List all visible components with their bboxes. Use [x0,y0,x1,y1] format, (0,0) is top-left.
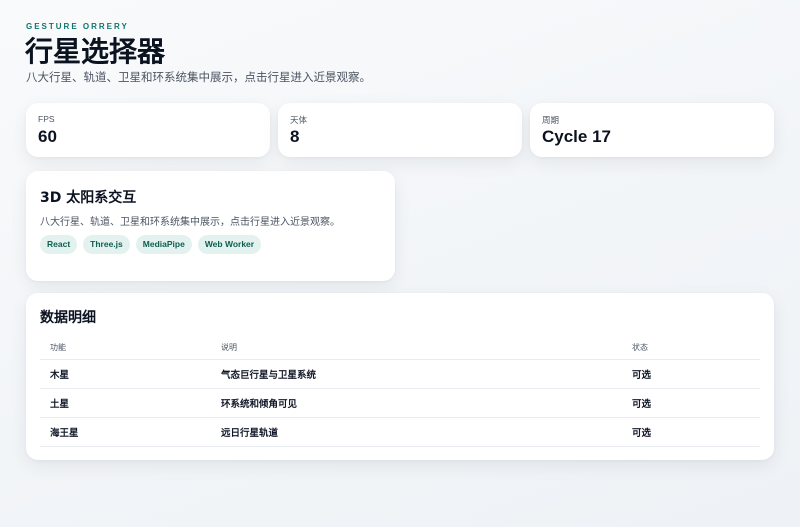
cell-feature: 土星 [50,399,70,410]
table-row[interactable]: 土星 环系统和倾角可见 可选 [40,389,760,418]
page-title: 行星选择器 [25,35,166,68]
stat-label: 周期 [542,115,560,125]
stat-value: Cycle 17 [542,127,611,146]
feature-description: 八大行星、轨道、卫星和环系统集中展示，点击行星进入近景观察。 [40,217,340,228]
eyebrow-label: GESTURE ORRERY [26,22,129,31]
stat-label: FPS [38,114,55,124]
tag-react: React [40,235,78,254]
stat-card-cycle: 周期 Cycle 17 [530,103,774,157]
column-header-status: 状态 [632,342,648,352]
cell-description: 远日行星轨道 [221,428,279,439]
page: GESTURE ORRERY 行星选择器 八大行星、轨道、卫星和环系统集中展示，… [0,0,800,527]
cell-feature: 海王星 [50,428,79,439]
tag-threejs: Three.js [83,235,130,254]
tag-web-worker: Web Worker [197,235,262,254]
table-header-row: 功能 说明 状态 [40,335,760,360]
stat-value: 8 [290,127,300,146]
data-table-card: 数据明细 功能 说明 状态 木星 气态巨行星与卫星系统 可选 土星 环系统和倾角… [26,293,774,460]
column-header-feature: 功能 [50,342,66,352]
feature-card: 3D 太阳系交互 八大行星、轨道、卫星和环系统集中展示，点击行星进入近景观察。 … [26,171,395,281]
column-header-description: 说明 [221,342,237,352]
stat-card-fps: FPS 60 [26,103,270,157]
page-subtitle: 八大行星、轨道、卫星和环系统集中展示，点击行星进入近景观察。 [26,70,371,84]
cell-status: 可选 [632,428,652,439]
data-table: 功能 说明 状态 木星 气态巨行星与卫星系统 可选 土星 环系统和倾角可见 可选… [40,335,760,447]
tag-mediapipe: MediaPipe [135,235,192,254]
table-row[interactable]: 海王星 远日行星轨道 可选 [40,418,760,447]
stat-label: 天体 [290,115,308,125]
table-row[interactable]: 木星 气态巨行星与卫星系统 可选 [40,360,760,389]
feature-title: 3D 太阳系交互 [40,190,137,206]
cell-status: 可选 [632,399,652,410]
table-title: 数据明细 [40,310,96,326]
cell-feature: 木星 [50,370,70,381]
tag-list: React Three.js MediaPipe Web Worker [40,235,262,254]
cell-status: 可选 [632,370,652,381]
cell-description: 环系统和倾角可见 [221,399,298,410]
stat-value: 60 [38,127,57,146]
cell-description: 气态巨行星与卫星系统 [221,370,317,381]
stat-card-bodies: 天体 8 [278,103,522,157]
